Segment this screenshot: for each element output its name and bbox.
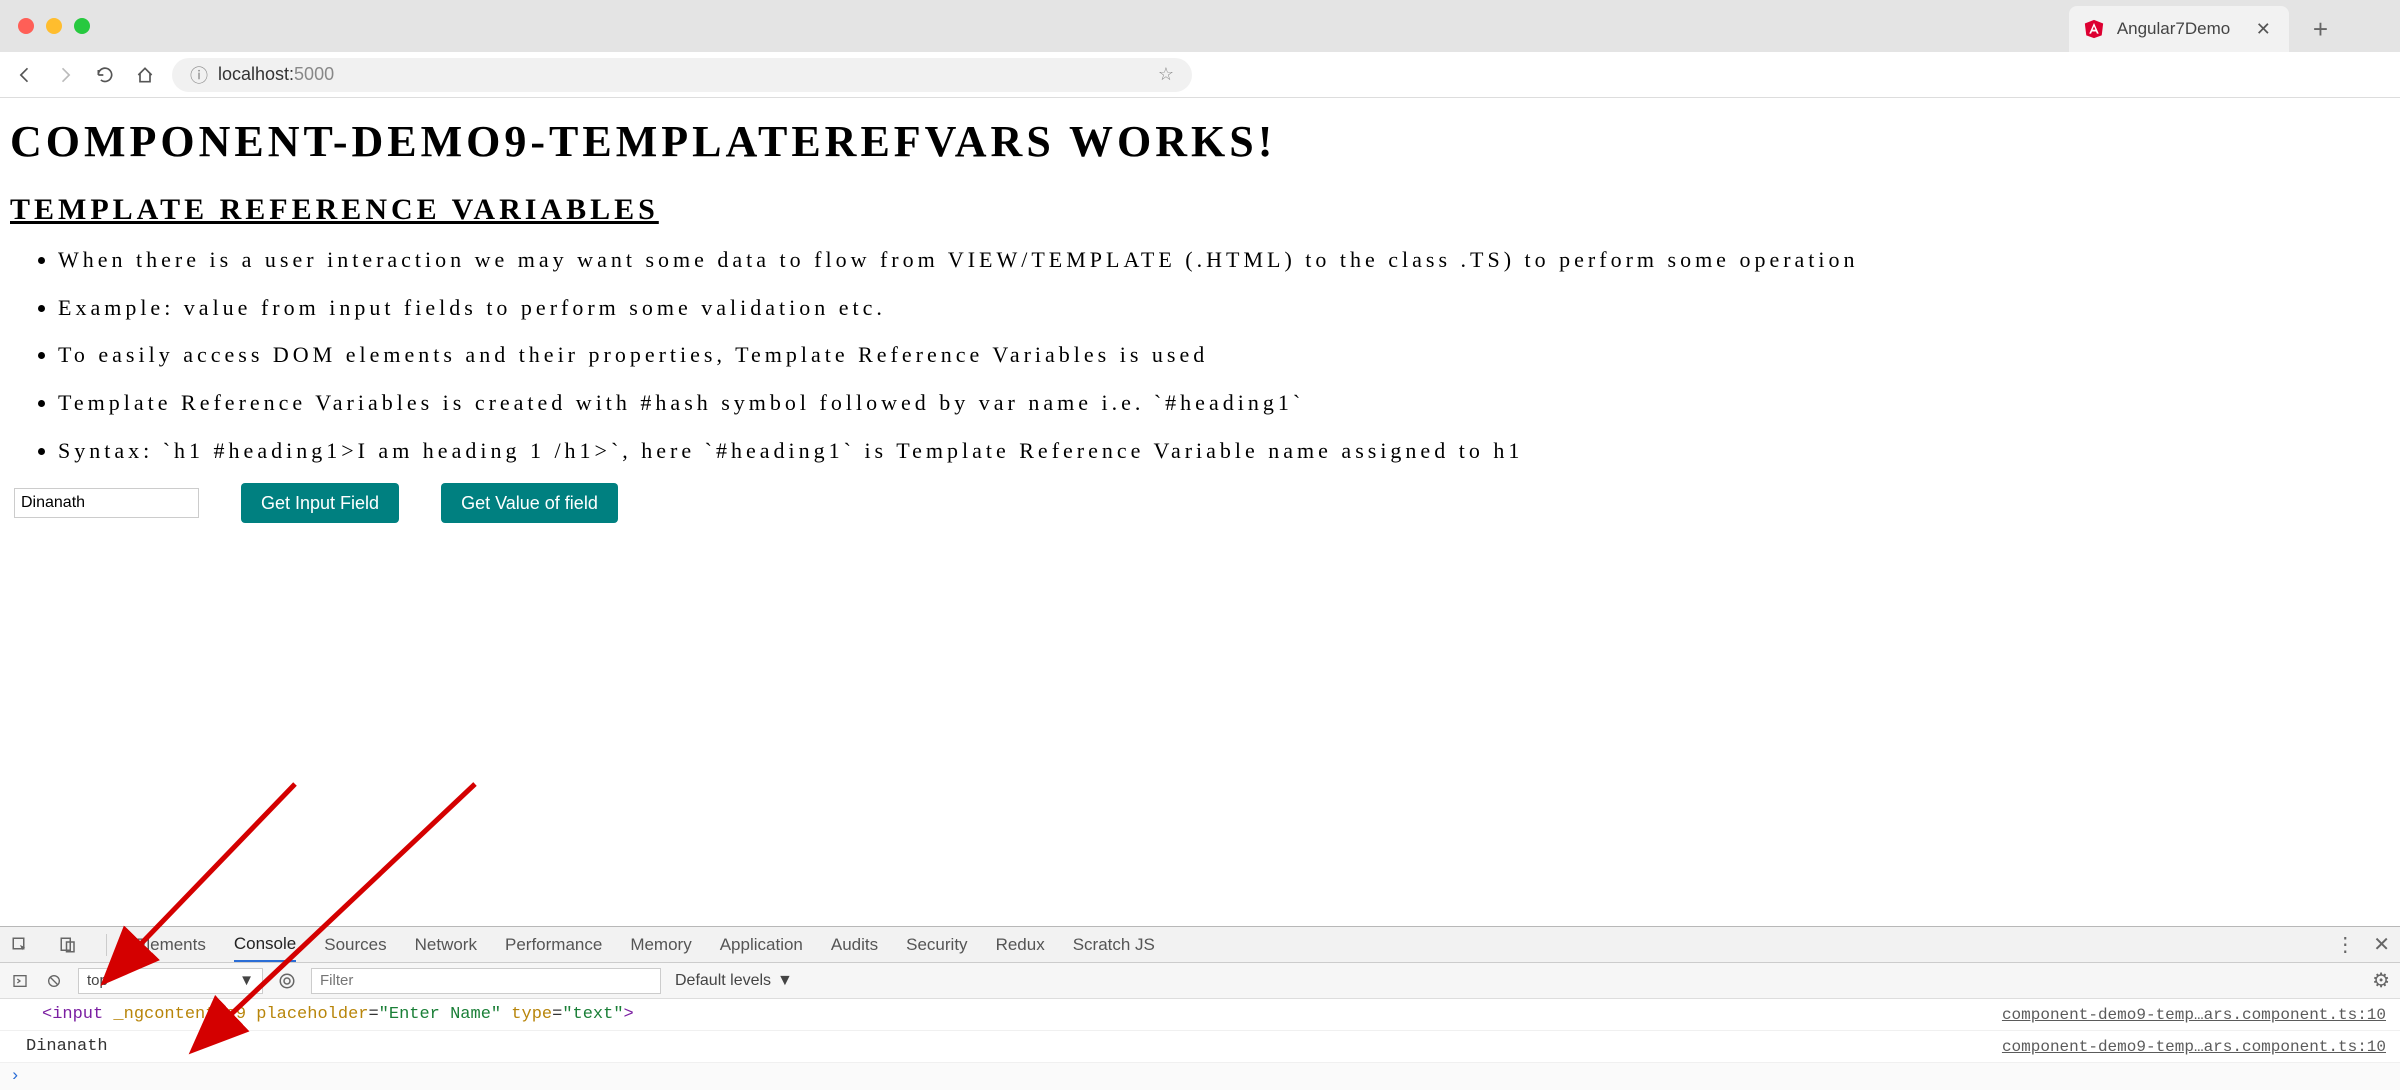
separator bbox=[106, 934, 107, 956]
devtools-tab-audits[interactable]: Audits bbox=[831, 929, 878, 961]
console-sidebar-toggle-icon[interactable] bbox=[10, 971, 30, 991]
devtools-close-icon[interactable]: ✕ bbox=[2373, 932, 2390, 957]
url-host: localhost: bbox=[218, 64, 294, 84]
log-levels-selector[interactable]: Default levels ▼ bbox=[675, 972, 800, 990]
html-attr-value: "Enter Name" bbox=[379, 1005, 501, 1024]
html-tag: <input bbox=[42, 1005, 103, 1024]
page-heading-2: TEMPLATE REFERENCE VARIABLES bbox=[10, 193, 2390, 227]
page-viewport: COMPONENT-DEMO9-TEMPLATEREFVARS WORKS! T… bbox=[0, 98, 2400, 541]
context-selector[interactable]: top ▼ bbox=[78, 968, 263, 994]
devtools-tab-memory[interactable]: Memory bbox=[630, 929, 691, 961]
devtools-tab-redux[interactable]: Redux bbox=[996, 929, 1045, 961]
close-tab-icon[interactable]: ✕ bbox=[2252, 19, 2275, 40]
window-traffic-lights bbox=[18, 18, 90, 34]
console-settings-icon[interactable]: ⚙ bbox=[2372, 968, 2390, 993]
console-filter-input[interactable] bbox=[311, 968, 661, 994]
devtools-tab-console[interactable]: Console bbox=[234, 928, 296, 962]
devtools-tab-elements[interactable]: Elements bbox=[135, 929, 206, 961]
devtools-tab-performance[interactable]: Performance bbox=[505, 929, 602, 961]
get-input-field-button[interactable]: Get Input Field bbox=[241, 483, 399, 523]
devtools-tab-scratchjs[interactable]: Scratch JS bbox=[1073, 929, 1155, 961]
home-button[interactable] bbox=[132, 62, 158, 88]
console-text: Dinanath bbox=[26, 1037, 108, 1056]
html-attr: type bbox=[511, 1005, 552, 1024]
tab-title: Angular7Demo bbox=[2117, 19, 2240, 39]
source-link[interactable]: component-demo9-temp…ars.component.ts:10 bbox=[2002, 1038, 2386, 1056]
devtools-tabs: Elements Console Sources Network Perform… bbox=[0, 927, 2400, 963]
minimize-window-icon[interactable] bbox=[46, 18, 62, 34]
back-button[interactable] bbox=[12, 62, 38, 88]
html-attr: placeholder bbox=[256, 1005, 368, 1024]
get-value-of-field-button[interactable]: Get Value of field bbox=[441, 483, 618, 523]
bookmark-star-icon[interactable]: ☆ bbox=[1158, 64, 1174, 85]
bullet-item: Example: value from input fields to perf… bbox=[58, 293, 2390, 323]
devtools-panel: Elements Console Sources Network Perform… bbox=[0, 926, 2400, 1090]
browser-titlebar: Angular7Demo ✕ + bbox=[0, 0, 2400, 52]
bullet-item: Syntax: `h1 #heading1>I am heading 1 /h1… bbox=[58, 436, 2390, 466]
context-selector-label: top bbox=[87, 972, 108, 989]
live-expression-icon[interactable] bbox=[277, 971, 297, 991]
tab-bar: Angular7Demo ✕ + bbox=[2069, 6, 2338, 52]
bullet-item: Template Reference Variables is created … bbox=[58, 388, 2390, 418]
bullet-item: To easily access DOM elements and their … bbox=[58, 340, 2390, 370]
maximize-window-icon[interactable] bbox=[74, 18, 90, 34]
page-heading-1: COMPONENT-DEMO9-TEMPLATEREFVARS WORKS! bbox=[10, 116, 2390, 167]
console-output: <input _ngcontent-c9 placeholder="Enter … bbox=[0, 999, 2400, 1090]
device-toggle-icon[interactable] bbox=[58, 935, 78, 955]
console-log-line[interactable]: Dinanath component-demo9-temp…ars.compon… bbox=[0, 1031, 2400, 1063]
angular-favicon-icon bbox=[2083, 18, 2105, 40]
html-attr: _ngcontent-c9 bbox=[113, 1005, 246, 1024]
devtools-tab-sources[interactable]: Sources bbox=[324, 929, 386, 961]
address-bar[interactable]: ⓘ localhost:5000 ☆ bbox=[172, 58, 1192, 92]
html-tag: > bbox=[624, 1005, 634, 1024]
log-levels-label: Default levels bbox=[675, 972, 771, 990]
inspect-icon[interactable] bbox=[10, 935, 30, 955]
devtools-right-controls: ⋮ ✕ bbox=[2335, 932, 2390, 957]
new-tab-button[interactable]: + bbox=[2303, 14, 2338, 45]
bullet-list: When there is a user interaction we may … bbox=[10, 245, 2390, 465]
console-filter-bar: top ▼ Default levels ▼ ⚙ bbox=[0, 963, 2400, 999]
browser-toolbar: ⓘ localhost:5000 ☆ bbox=[0, 52, 2400, 98]
close-window-icon[interactable] bbox=[18, 18, 34, 34]
html-attr-value: "text" bbox=[562, 1005, 623, 1024]
kebab-menu-icon[interactable]: ⋮ bbox=[2335, 932, 2355, 957]
source-link[interactable]: component-demo9-temp…ars.component.ts:10 bbox=[2002, 1006, 2386, 1024]
name-input[interactable] bbox=[14, 488, 199, 518]
console-log-line[interactable]: <input _ngcontent-c9 placeholder="Enter … bbox=[0, 999, 2400, 1031]
url-port: 5000 bbox=[294, 64, 334, 84]
console-prompt[interactable]: › bbox=[0, 1063, 2400, 1090]
devtools-tab-application[interactable]: Application bbox=[720, 929, 803, 961]
forward-button[interactable] bbox=[52, 62, 78, 88]
controls-row: Get Input Field Get Value of field bbox=[10, 483, 2390, 523]
browser-tab-angular7demo[interactable]: Angular7Demo ✕ bbox=[2069, 6, 2289, 52]
bullet-item: When there is a user interaction we may … bbox=[58, 245, 2390, 275]
devtools-tab-security[interactable]: Security bbox=[906, 929, 967, 961]
reload-button[interactable] bbox=[92, 62, 118, 88]
clear-console-icon[interactable] bbox=[44, 971, 64, 991]
site-info-icon[interactable]: ⓘ bbox=[190, 62, 208, 88]
devtools-tab-network[interactable]: Network bbox=[415, 929, 477, 961]
chevron-down-icon: ▼ bbox=[777, 972, 793, 990]
chevron-down-icon: ▼ bbox=[239, 972, 254, 989]
